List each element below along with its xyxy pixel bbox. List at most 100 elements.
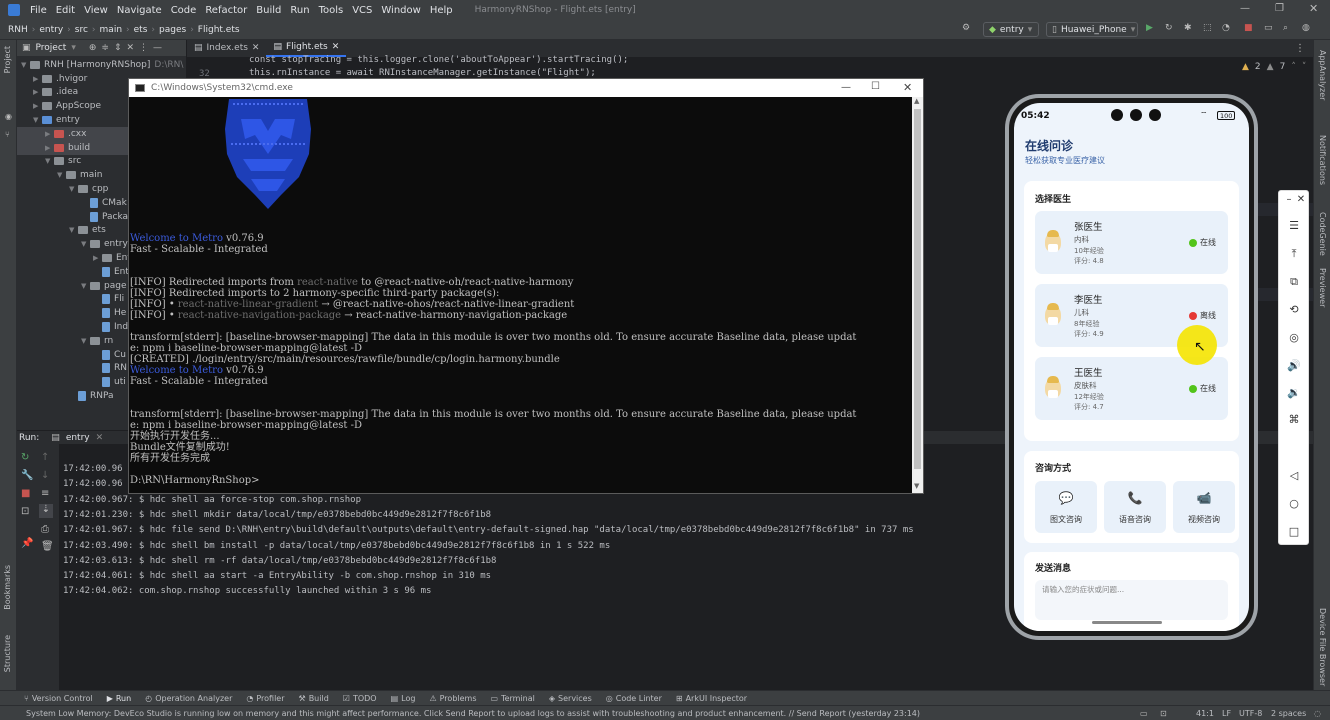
tool-window-problems[interactable]: ⚠ Problems — [429, 694, 476, 703]
restore-icon[interactable]: ❐ — [1275, 3, 1284, 14]
appanalyzer-tool-button[interactable]: AppAnalyzer — [1318, 50, 1327, 100]
menu-view[interactable]: View — [84, 5, 108, 16]
delete-icon[interactable]: 🗑 — [41, 541, 54, 552]
breadcrumb-item[interactable]: RNH — [4, 25, 32, 35]
collapse-all-icon[interactable]: ≑ — [101, 43, 109, 53]
status-message[interactable]: System Low Memory: DevEco Studio is runn… — [26, 709, 920, 718]
tool-window-run[interactable]: ▶ Run — [107, 694, 132, 703]
caret-position[interactable]: 41:1 — [1196, 709, 1214, 718]
menu-run[interactable]: Run — [290, 5, 309, 16]
menu-code[interactable]: Code — [171, 5, 197, 16]
menu-tools[interactable]: Tools — [319, 5, 344, 16]
breadcrumb-item[interactable]: pages — [155, 25, 190, 35]
device-manager-icon[interactable]: ▭ — [1264, 23, 1273, 33]
fold-icon[interactable]: ⌘ — [1287, 413, 1301, 427]
record-icon[interactable]: ◎ — [1287, 331, 1301, 345]
breadcrumb-item[interactable]: src — [71, 25, 92, 35]
down-arrow-icon[interactable]: ↓ — [41, 470, 49, 481]
tool-window-log[interactable]: ▤ Log — [391, 694, 416, 703]
close-icon[interactable]: ✕ — [96, 433, 104, 443]
home-icon[interactable]: ○ — [1287, 497, 1301, 511]
volume-down-icon[interactable]: 🔉 — [1287, 386, 1301, 400]
tool-window-terminal[interactable]: ▭ Terminal — [491, 694, 535, 703]
pull-requests-icon[interactable]: ⑂ — [5, 130, 10, 139]
rerun-icon[interactable]: ↻ — [1165, 23, 1173, 33]
file-encoding[interactable]: UTF-8 — [1239, 709, 1262, 718]
scroll-to-end-icon[interactable]: ⇣ — [39, 504, 53, 518]
minimize-icon[interactable]: — — [1240, 3, 1250, 14]
doctor-card[interactable]: 王医生 皮肤科 12年经验 评分: 4.7 在线 — [1035, 357, 1228, 420]
breadcrumb-item[interactable]: ets — [130, 25, 152, 35]
previewer-tool-button[interactable]: Previewer — [1318, 268, 1327, 307]
cmd-console[interactable]: Welcome to Metro v0.76.9 Fast - Scalable… — [129, 97, 913, 493]
maximize-icon[interactable]: ☐ — [871, 81, 880, 92]
inspection-widget[interactable]: ▲ 2 ▲ 7 ˄ ˅ — [1242, 62, 1306, 72]
volume-up-icon[interactable]: 🔊 — [1287, 359, 1301, 373]
profile-icon[interactable]: ◔ — [1222, 23, 1230, 33]
app-screen[interactable]: 05:42 ⌔ 100 在线问诊 轻松获取专业医疗建议 选择医生 张医生 内科 10… — [1014, 103, 1249, 631]
run-icon[interactable]: ▶ — [1146, 23, 1153, 33]
menu-help[interactable]: Help — [430, 5, 453, 16]
scroll-up-icon[interactable]: ▲ — [914, 97, 919, 105]
tab-actions-icon[interactable]: ⋮ — [1295, 43, 1305, 54]
scrollbar-thumb[interactable] — [914, 109, 921, 469]
minimize-icon[interactable]: — — [841, 82, 851, 93]
wrench-icon[interactable]: 🔧 — [21, 470, 33, 481]
menu-icon[interactable]: ☰ — [1287, 219, 1301, 233]
breadcrumb-item[interactable]: entry — [35, 25, 67, 35]
crop-icon[interactable]: ⧉ — [1287, 275, 1301, 289]
menu-file[interactable]: File — [30, 5, 47, 16]
rotate-icon[interactable]: ⟲ — [1287, 303, 1301, 317]
project-tool-button[interactable]: Project — [3, 46, 12, 73]
tool-window-operation-analyzer[interactable]: ◴ Operation Analyzer — [145, 694, 232, 703]
tool-window-services[interactable]: ◈ Services — [549, 694, 592, 703]
menu-window[interactable]: Window — [381, 5, 420, 16]
restore-layout-icon[interactable]: ⊡ — [21, 506, 29, 517]
doctor-card[interactable]: 张医生 内科 10年经验 评分: 4.8 在线 — [1035, 211, 1228, 274]
rerun-icon[interactable]: ↻ — [21, 452, 29, 463]
menu-refactor[interactable]: Refactor — [205, 5, 247, 16]
indent-setting[interactable]: 2 spaces — [1271, 709, 1306, 718]
codegenie-tool-button[interactable]: CodeGenie — [1318, 212, 1327, 256]
line-separator[interactable]: LF — [1222, 709, 1231, 718]
close-icon[interactable]: ✕ — [1294, 193, 1308, 207]
back-icon[interactable]: ◁ — [1287, 469, 1301, 483]
tool-window-todo[interactable]: ☑ TODO — [343, 694, 377, 703]
soft-wrap-icon[interactable]: ≡ — [41, 488, 49, 499]
project-view-select[interactable]: Project — [36, 43, 67, 53]
close-icon[interactable]: ✕ — [252, 43, 260, 53]
consult-option-button[interactable]: 💬 图文咨询 — [1035, 481, 1097, 533]
stop-icon[interactable]: ■ — [1244, 23, 1253, 33]
device-select[interactable]: ▯ Huawei_Phone ▾ — [1046, 22, 1138, 37]
module-select[interactable]: ◆ entry ▾ — [983, 22, 1039, 37]
menu-build[interactable]: Build — [256, 5, 281, 16]
pin-icon[interactable]: 📌 — [21, 538, 33, 549]
search-icon[interactable]: ⌕ — [1283, 23, 1288, 33]
tool-window-code-linter[interactable]: ◎ Code Linter — [606, 694, 662, 703]
home-indicator[interactable] — [1092, 621, 1162, 624]
cmd-window[interactable]: C:\Windows\System32\cmd.exe — ☐ ✕ Welcom… — [128, 78, 924, 494]
structure-tool-button[interactable]: Structure — [3, 635, 12, 672]
expand-icon[interactable]: ⇕ — [114, 43, 122, 53]
options-icon[interactable]: ⋮ — [139, 43, 148, 53]
message-input[interactable]: 请输入您的症状或问题... — [1035, 580, 1228, 620]
breadcrumb-item[interactable]: main — [96, 25, 127, 35]
menu-vcs[interactable]: VCS — [352, 5, 372, 16]
recents-icon[interactable]: □ — [1287, 525, 1301, 539]
run-config-tab[interactable]: entry — [66, 433, 90, 443]
print-icon[interactable]: ⎙ — [41, 524, 49, 535]
tool-window-arkui-inspector[interactable]: ⊞ ArkUI Inspector — [676, 694, 747, 703]
menu-navigate[interactable]: Navigate — [117, 5, 162, 16]
scroll-down-icon[interactable]: ▼ — [914, 482, 919, 490]
tree-item[interactable]: ▼ RNH [HarmonyRNShop] D:\RN\ — [17, 58, 186, 72]
close-icon[interactable]: ✕ — [126, 43, 134, 53]
tool-window-build[interactable]: ⚒ Build — [299, 694, 329, 703]
debug-icon[interactable]: ✱ — [1184, 23, 1192, 33]
close-icon[interactable]: ✕ — [1309, 2, 1318, 15]
tool-window-version-control[interactable]: ⑂ Version Control — [24, 694, 93, 703]
consult-option-button[interactable]: 📞 语音咨询 — [1104, 481, 1166, 533]
hide-icon[interactable]: — — [153, 43, 162, 53]
notifications-tool-button[interactable]: Notifications — [1318, 135, 1327, 185]
menu-edit[interactable]: Edit — [56, 5, 75, 16]
device-file-browser-tool-button[interactable]: Device File Browser — [1318, 608, 1327, 686]
